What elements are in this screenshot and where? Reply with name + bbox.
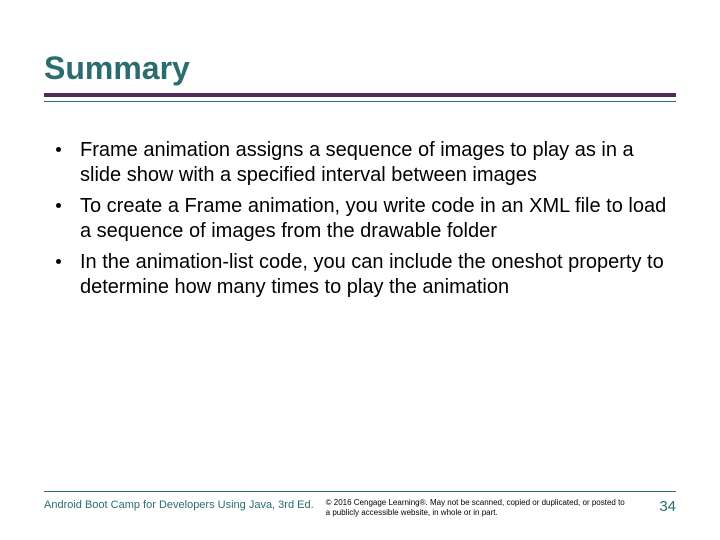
- page-number: 34: [649, 498, 676, 515]
- list-item: Frame animation assigns a sequence of im…: [52, 138, 676, 188]
- slide-title: Summary: [44, 50, 676, 87]
- bullet-icon: [56, 259, 61, 264]
- slide: Summary Frame animation assigns a sequen…: [0, 0, 720, 540]
- footer: Android Boot Camp for Developers Using J…: [44, 491, 676, 518]
- bullet-text: In the animation-list code, you can incl…: [80, 251, 664, 298]
- list-item: To create a Frame animation, you write c…: [52, 194, 676, 244]
- bullet-list: Frame animation assigns a sequence of im…: [44, 138, 676, 300]
- rule-thin: [44, 101, 676, 102]
- title-rules: [44, 93, 676, 102]
- footer-rule: [44, 491, 676, 492]
- footer-book-title: Android Boot Camp for Developers Using J…: [44, 498, 326, 511]
- bullet-text: To create a Frame animation, you write c…: [80, 195, 666, 242]
- bullet-text: Frame animation assigns a sequence of im…: [80, 139, 634, 186]
- bullet-icon: [56, 203, 61, 208]
- content: Frame animation assigns a sequence of im…: [44, 138, 676, 300]
- footer-copyright: © 2016 Cengage Learning®. May not be sca…: [326, 498, 650, 518]
- footer-row: Android Boot Camp for Developers Using J…: [44, 498, 676, 518]
- rule-thick: [44, 93, 676, 97]
- bullet-icon: [56, 147, 61, 152]
- list-item: In the animation-list code, you can incl…: [52, 250, 676, 300]
